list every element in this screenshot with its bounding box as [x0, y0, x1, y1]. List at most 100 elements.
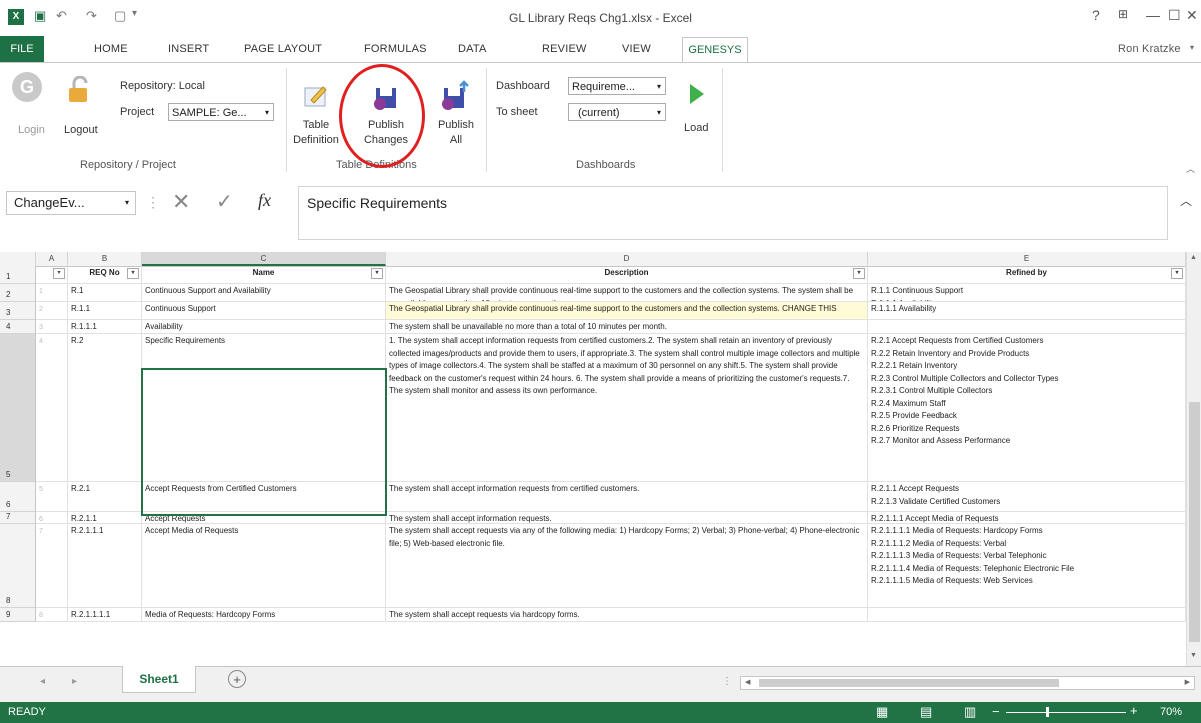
- filter-dropdown-icon[interactable]: ▾: [853, 268, 865, 279]
- tab-insert[interactable]: INSERT: [168, 43, 209, 55]
- expand-formula-bar-icon[interactable]: ︿: [1180, 192, 1192, 209]
- tab-genesys[interactable]: GENESYS: [682, 37, 748, 63]
- row-header-4[interactable]: 4: [0, 320, 36, 334]
- maximize-button[interactable]: ☐: [1168, 7, 1181, 24]
- cell-name[interactable]: Specific Requirements: [142, 334, 386, 482]
- column-header-e[interactable]: E: [868, 252, 1186, 266]
- sheet-tab-sheet1[interactable]: Sheet1: [122, 666, 196, 693]
- header-cell-name[interactable]: Name ▾: [142, 266, 386, 284]
- cell-a[interactable]: 1: [36, 284, 68, 302]
- zoom-slider[interactable]: [1006, 707, 1126, 717]
- cell-refined-by[interactable]: R.2.1 Accept Requests from Certified Cus…: [868, 334, 1186, 482]
- cell-a[interactable]: 3: [36, 320, 68, 334]
- cell-name[interactable]: Accept Media of Requests: [142, 524, 386, 608]
- cell-name[interactable]: Media of Requests: Hardcopy Forms: [142, 608, 386, 622]
- scroll-right-icon[interactable]: ▶: [1185, 678, 1190, 686]
- cell-name[interactable]: Availability: [142, 320, 386, 334]
- minimize-button[interactable]: —: [1146, 7, 1160, 23]
- column-header-d[interactable]: D: [386, 252, 868, 266]
- header-cell-a[interactable]: ▾: [36, 266, 68, 284]
- cell-req-no[interactable]: R.2.1.1.1: [68, 524, 142, 608]
- cell-req-no[interactable]: R.1.1: [68, 302, 142, 320]
- cell-req-no[interactable]: R.1.1.1: [68, 320, 142, 334]
- load-icon[interactable]: [688, 82, 706, 106]
- cell-a[interactable]: 4: [36, 334, 68, 482]
- tab-split-grip-icon[interactable]: ⋮: [722, 676, 732, 687]
- logout-button[interactable]: Logout: [64, 124, 98, 136]
- cell-description[interactable]: The system shall accept requests via har…: [386, 608, 868, 622]
- table-definition-button[interactable]: Table Definition: [292, 118, 340, 148]
- tab-page-layout[interactable]: PAGE LAYOUT: [244, 43, 322, 55]
- cell-description[interactable]: The system shall accept requests via any…: [386, 524, 868, 608]
- login-icon[interactable]: G: [12, 72, 42, 102]
- header-cell-req-no[interactable]: REQ No ▾: [68, 266, 142, 284]
- column-header-c[interactable]: C: [142, 252, 386, 266]
- tab-review[interactable]: REVIEW: [542, 43, 587, 55]
- filter-dropdown-icon[interactable]: ▾: [371, 268, 383, 279]
- publish-all-icon[interactable]: [440, 80, 470, 112]
- formula-input[interactable]: Specific Requirements: [298, 186, 1168, 240]
- cell-a[interactable]: 2: [36, 302, 68, 320]
- cell-description[interactable]: The Geospatial Library shall provide con…: [386, 284, 868, 302]
- scroll-down-icon[interactable]: ▼: [1190, 652, 1197, 659]
- horizontal-scrollbar[interactable]: ◀ ▶: [740, 676, 1195, 690]
- cell-refined-by[interactable]: R.2.1.1 Accept Requests R.2.1.3 Validate …: [868, 482, 1186, 512]
- cell-name[interactable]: Accept Requests: [142, 512, 386, 524]
- help-icon[interactable]: ?: [1092, 7, 1100, 23]
- normal-view-icon[interactable]: ▦: [876, 704, 888, 720]
- to-sheet-dropdown[interactable]: (current) ▾: [568, 103, 666, 121]
- row-header-1[interactable]: 1: [0, 266, 36, 284]
- user-menu-icon[interactable]: ▾: [1190, 43, 1194, 52]
- load-button[interactable]: Load: [684, 122, 708, 134]
- column-header-a[interactable]: A: [36, 252, 68, 266]
- tab-data[interactable]: DATA: [458, 43, 487, 55]
- cell-a[interactable]: 7: [36, 524, 68, 608]
- row-header-9[interactable]: 9: [0, 608, 36, 622]
- vertical-scrollbar[interactable]: ▲ ▼: [1186, 252, 1201, 666]
- scroll-thumb[interactable]: [1189, 402, 1200, 642]
- cell-refined-by[interactable]: R.2.1.1.1.1 Media of Requests: Hardcopy …: [868, 524, 1186, 608]
- enter-icon[interactable]: ✓: [216, 189, 233, 214]
- tab-home[interactable]: HOME: [94, 43, 128, 55]
- row-header-8[interactable]: 8: [0, 524, 36, 608]
- cell-description[interactable]: The Geospatial Library shall provide con…: [386, 302, 868, 320]
- cell-refined-by[interactable]: R.1.1 Continuous SupportR.1.1.1 Availabi…: [868, 284, 1186, 302]
- header-cell-description[interactable]: Description ▾: [386, 266, 868, 284]
- filter-dropdown-icon[interactable]: ▾: [53, 268, 65, 279]
- new-sheet-button[interactable]: +: [228, 670, 246, 688]
- zoom-out-icon[interactable]: −: [992, 704, 1000, 719]
- table-definition-icon[interactable]: [303, 82, 329, 108]
- cell-req-no[interactable]: R.2.1: [68, 482, 142, 512]
- cell-name[interactable]: Accept Requests from Certified Customers: [142, 482, 386, 512]
- cell-description[interactable]: The system shall accept information requ…: [386, 512, 868, 524]
- cell-req-no[interactable]: R.2: [68, 334, 142, 482]
- cell-name[interactable]: Continuous Support and Availability: [142, 284, 386, 302]
- cancel-icon[interactable]: ✕: [172, 189, 190, 215]
- tab-view[interactable]: VIEW: [622, 43, 651, 55]
- row-header-7[interactable]: 7: [0, 512, 36, 524]
- padlock-icon[interactable]: [66, 75, 92, 104]
- cell-req-no[interactable]: R.1: [68, 284, 142, 302]
- cell-refined-by[interactable]: R.1.1.1 Availability: [868, 302, 1186, 320]
- cell-a[interactable]: 5: [36, 482, 68, 512]
- cell-description[interactable]: The system shall be unavailable no more …: [386, 320, 868, 334]
- zoom-slider-thumb[interactable]: [1046, 707, 1049, 717]
- insert-function-icon[interactable]: fx: [258, 190, 271, 211]
- publish-all-button[interactable]: Publish All: [432, 118, 480, 148]
- filter-dropdown-icon[interactable]: ▾: [1171, 268, 1183, 279]
- name-box[interactable]: ChangeEv... ▾: [6, 191, 136, 215]
- prev-sheet-icon[interactable]: ◂: [40, 676, 45, 687]
- cell-description[interactable]: The system shall accept information requ…: [386, 482, 868, 512]
- next-sheet-icon[interactable]: ▸: [72, 676, 77, 687]
- cell-refined-by[interactable]: [868, 320, 1186, 334]
- row-header-6[interactable]: 6: [0, 482, 36, 512]
- header-cell-refined-by[interactable]: Refined by ▾: [868, 266, 1186, 284]
- ribbon-display-icon[interactable]: ⊞: [1118, 7, 1128, 21]
- filter-dropdown-icon[interactable]: ▾: [127, 268, 139, 279]
- cell-req-no[interactable]: R.2.1.1: [68, 512, 142, 524]
- scroll-left-icon[interactable]: ◀: [745, 678, 750, 686]
- tab-file[interactable]: FILE: [0, 36, 44, 62]
- login-button[interactable]: Login: [18, 124, 45, 136]
- row-header-5[interactable]: 5: [0, 334, 36, 482]
- page-break-view-icon[interactable]: ▥: [964, 704, 976, 720]
